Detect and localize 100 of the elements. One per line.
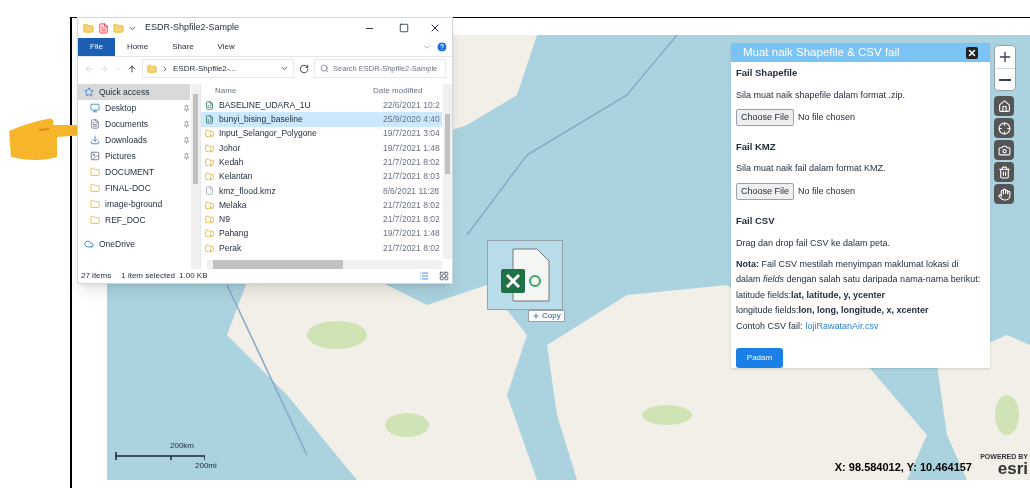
column-header[interactable]: Date modified: [373, 85, 423, 97]
zip-folder-icon: [205, 215, 214, 224]
maximize-icon[interactable]: [399, 23, 409, 33]
file-row[interactable]: Johor 19/7/2021 1:48: [201, 140, 442, 156]
zip-folder-icon: [205, 143, 214, 153]
esri-logo[interactable]: esri: [997, 460, 1028, 477]
choose-file-button[interactable]: Choose File: [736, 109, 795, 126]
help-text: Sila muat naik shapefile dalam format .zip.: [736, 88, 907, 102]
camera-icon: [997, 143, 1011, 157]
crosshair-icon: [997, 121, 1011, 135]
file-row[interactable]: Kelantan 21/7/2021 8:03: [201, 169, 442, 184]
dragged-file-icon: [487, 240, 563, 310]
choose-file-button[interactable]: Choose File: [736, 182, 795, 200]
refresh-icon[interactable]: [299, 63, 309, 74]
file-status: No file chosen: [798, 110, 856, 124]
example-label: Contoh CSV fail:: [736, 319, 803, 333]
nav-item[interactable]: Quick access: [78, 84, 190, 100]
scrollbar[interactable]: [443, 84, 452, 259]
file-row[interactable]: kmz_flood.kmz 8/6/2021 11:28: [201, 183, 442, 199]
copy-tooltip: Copy: [528, 310, 565, 322]
file-row[interactable]: N9 21/7/2021 8:02: [201, 212, 442, 227]
ribbon-tab[interactable]: View: [205, 38, 247, 56]
scale-bar-icon: [115, 452, 205, 460]
file-row[interactable]: Melaka 21/7/2021 8:02: [201, 198, 442, 213]
close-button[interactable]: [966, 46, 978, 59]
zip-folder-icon: [205, 172, 214, 182]
zip-folder-icon: [205, 200, 214, 210]
home-button[interactable]: [994, 96, 1014, 116]
tiles-view-icon[interactable]: [439, 271, 449, 281]
nav-item[interactable]: Desktop: [78, 100, 190, 116]
spreadsheet-icon: [205, 114, 214, 124]
file-icon: [205, 186, 214, 196]
nav-item[interactable]: OneDrive: [78, 236, 190, 252]
nav-item[interactable]: image-bground: [78, 196, 190, 212]
close-icon[interactable]: [429, 22, 441, 34]
note-text: longitude fields:lon, long, longitude, x, xcenter: [736, 304, 930, 317]
folder-icon: [90, 199, 100, 209]
image-icon: [90, 151, 100, 161]
window-title: ESDR-Shpfile2-Sample: [145, 21, 240, 35]
locate-button[interactable]: [994, 118, 1014, 138]
zip-folder-icon: [205, 229, 214, 239]
status-text: 1.00 KB: [179, 270, 208, 282]
star-icon: [84, 87, 94, 97]
file-status: No file chosen: [798, 184, 856, 198]
panel-title: Muat naik Shapefile & CSV fail: [743, 45, 901, 60]
file-row[interactable]: Kedah 21/7/2021 8:02: [201, 155, 442, 170]
scrollbar[interactable]: [207, 260, 442, 269]
monitor-icon: [90, 103, 100, 113]
help-text: Sila muat naik fail dalam format KMZ.: [736, 162, 887, 176]
note-text: latitude fields:lat, latitude, y, ycenter: [736, 288, 886, 302]
scale-label: 200mi: [195, 460, 217, 472]
nav-item[interactable]: Pictures: [78, 148, 190, 164]
file-row[interactable]: BASELINE_UDARA_1U 22/6/2021 10:2: [201, 98, 442, 113]
help-icon[interactable]: [436, 41, 448, 53]
scale-label: 200km: [170, 440, 195, 452]
delete-button[interactable]: Padam: [736, 348, 783, 368]
ribbon-tab[interactable]: Home: [114, 38, 161, 56]
search-icon: [320, 64, 329, 73]
status-text: 27 items: [81, 270, 112, 282]
file-row[interactable]: Pahang 19/7/2021 1:48: [201, 226, 442, 241]
ribbon-tab[interactable]: File: [78, 38, 115, 56]
cloud-icon: [84, 239, 94, 249]
document-icon: [90, 119, 100, 129]
minus-icon: [999, 78, 1011, 81]
nav-item[interactable]: DOCUMENT: [78, 164, 190, 180]
address-bar[interactable]: ESDR-Shpfile2-...: [142, 59, 294, 78]
up-icon[interactable]: [127, 63, 137, 74]
column-header[interactable]: Name: [215, 85, 373, 97]
properties-icon[interactable]: [98, 22, 109, 34]
folder-icon: [90, 215, 100, 225]
pan-button[interactable]: [994, 184, 1014, 204]
nav-item[interactable]: REF_DOC: [78, 212, 190, 228]
section-heading: Fail Shapefile: [736, 66, 799, 81]
scrollbar[interactable]: [191, 84, 200, 269]
spreadsheet-icon: [205, 100, 214, 110]
nav-item[interactable]: Documents: [78, 116, 190, 132]
example-link[interactable]: lojiRawatanAir.csv: [805, 318, 879, 334]
zip-folder-icon: [205, 129, 214, 139]
download-icon: [90, 135, 100, 145]
status-text: 1 item selected: [121, 270, 176, 282]
ribbon-tab[interactable]: Share: [160, 38, 206, 56]
hand-icon: [997, 187, 1011, 201]
nav-item[interactable]: FINAL-DOC: [78, 180, 190, 196]
folder-icon: [90, 167, 100, 177]
coordinates-text: X: 98.584012, Y: 10.464157: [834, 459, 972, 475]
section-heading: Fail KMZ: [736, 140, 777, 154]
section-heading: Fail CSV: [736, 213, 776, 228]
delete-button[interactable]: [994, 162, 1014, 182]
zip-folder-icon: [205, 243, 214, 253]
file-row[interactable]: bunyi_bising_baseline 25/9/2020 4:40: [201, 112, 442, 127]
nav-item[interactable]: Downloads: [78, 132, 190, 148]
file-row[interactable]: Input_Selangor_Polygone 19/7/2021 3:04: [201, 126, 442, 141]
camera-button[interactable]: [994, 140, 1014, 160]
file-row[interactable]: Perak 21/7/2021 8:02: [201, 240, 442, 256]
trash-icon: [997, 165, 1011, 179]
zip-folder-icon: [205, 157, 214, 167]
folder-icon: [83, 22, 94, 34]
plus-icon: [997, 49, 1013, 65]
note-text: Nota: Fail CSV mestilah menyimpan maklumat lokasi di dalam fields dengan salah satu daripada nama-nama berikut:: [736, 257, 982, 286]
home-icon: [997, 99, 1011, 113]
